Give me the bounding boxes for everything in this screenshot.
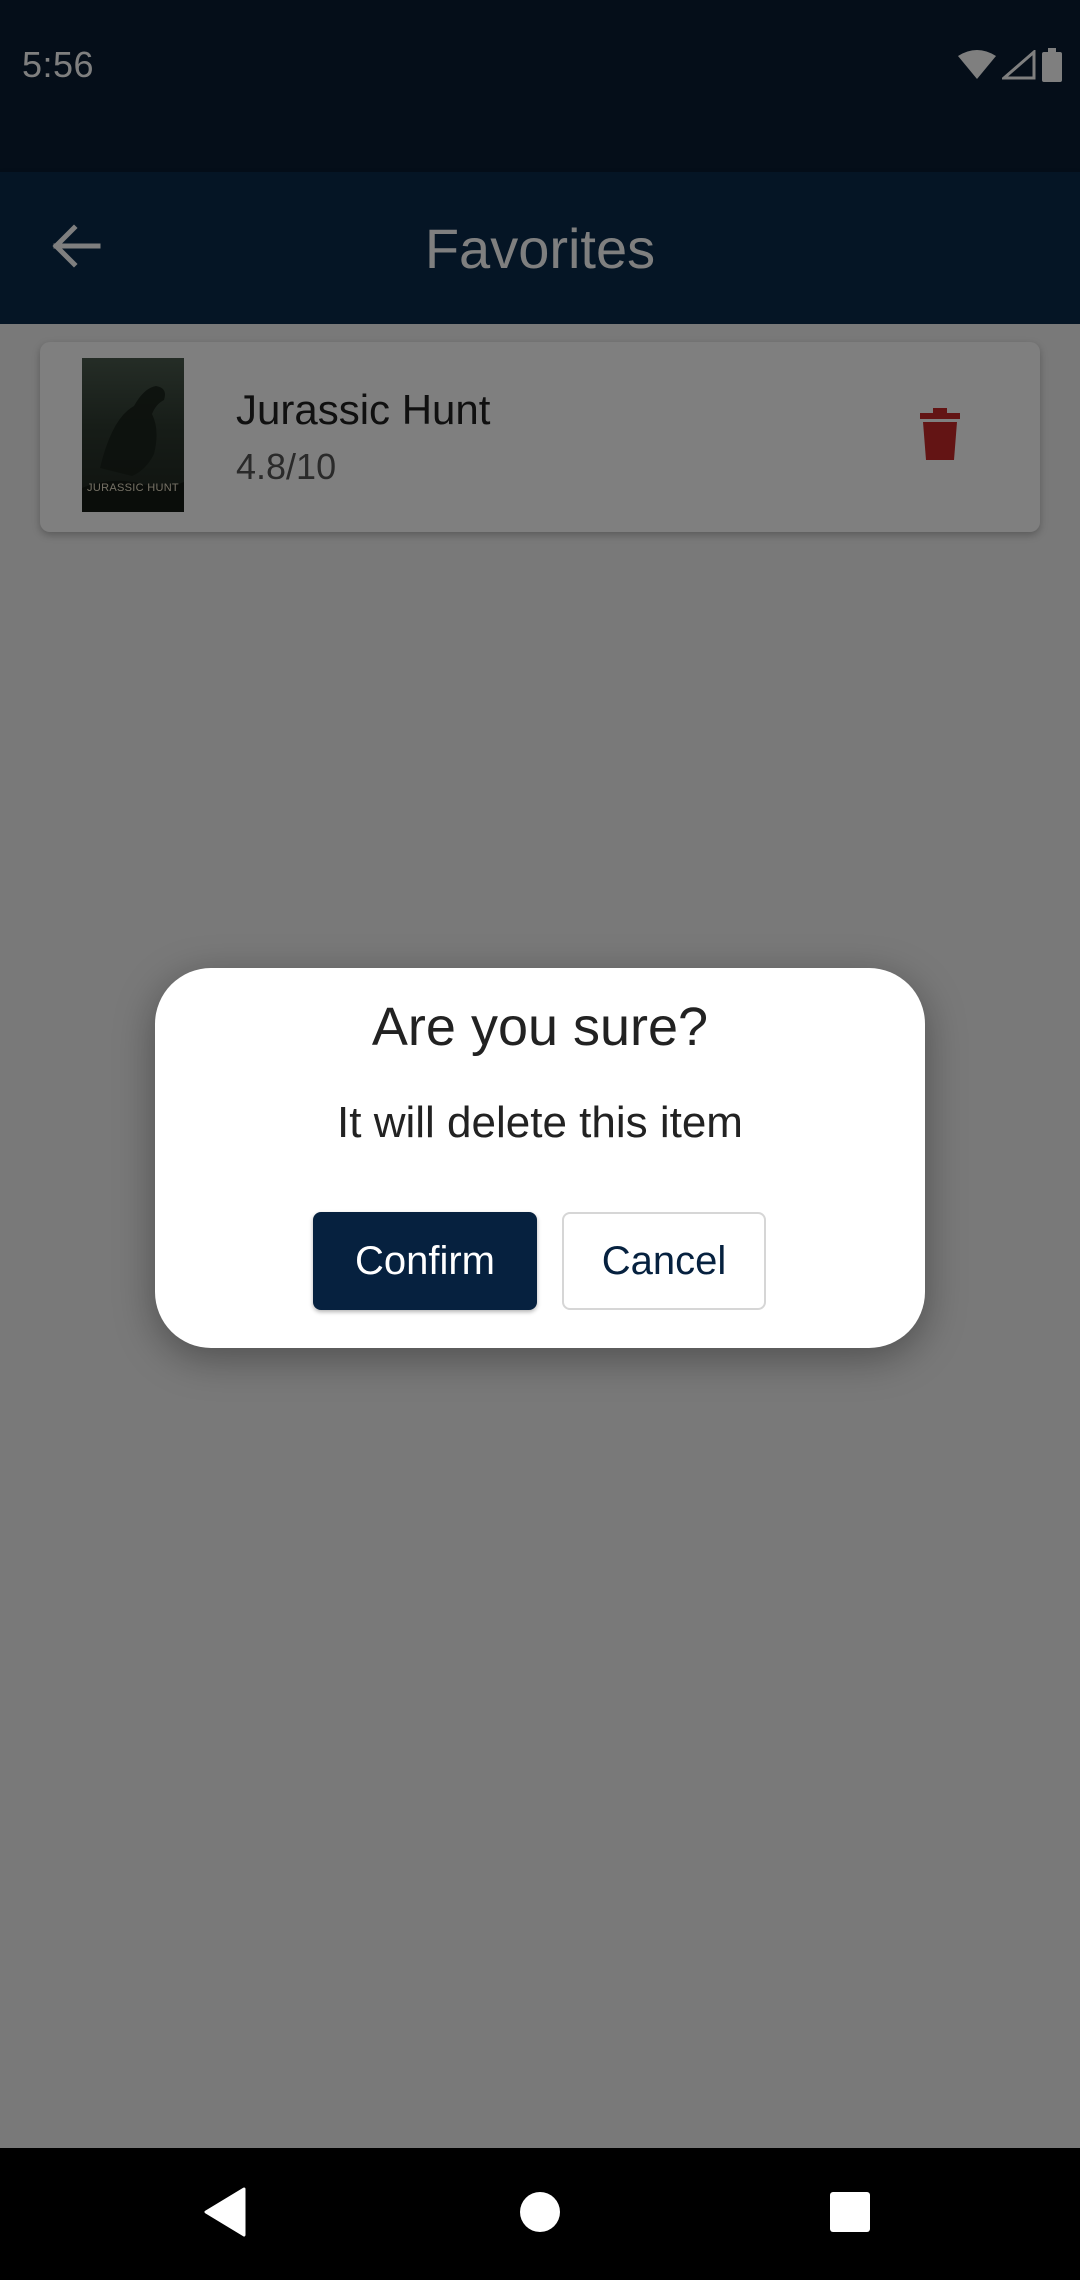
screen: 5:56 (0, 0, 1080, 2280)
nav-back-button[interactable] (188, 2178, 260, 2250)
system-nav-bar (0, 2148, 1080, 2280)
confirm-delete-dialog: Are you sure? It will delete this item C… (155, 968, 925, 1348)
nav-home-button[interactable] (504, 2178, 576, 2250)
confirm-button[interactable]: Confirm (313, 1212, 537, 1310)
dialog-title: Are you sure? (371, 997, 709, 1057)
cancel-button[interactable]: Cancel (562, 1212, 766, 1310)
recents-square-icon (828, 2190, 872, 2239)
home-circle-icon (518, 2190, 562, 2239)
back-triangle-icon (202, 2187, 246, 2242)
nav-recents-button[interactable] (814, 2178, 886, 2250)
dialog-message: It will delete this item (337, 1098, 743, 1147)
